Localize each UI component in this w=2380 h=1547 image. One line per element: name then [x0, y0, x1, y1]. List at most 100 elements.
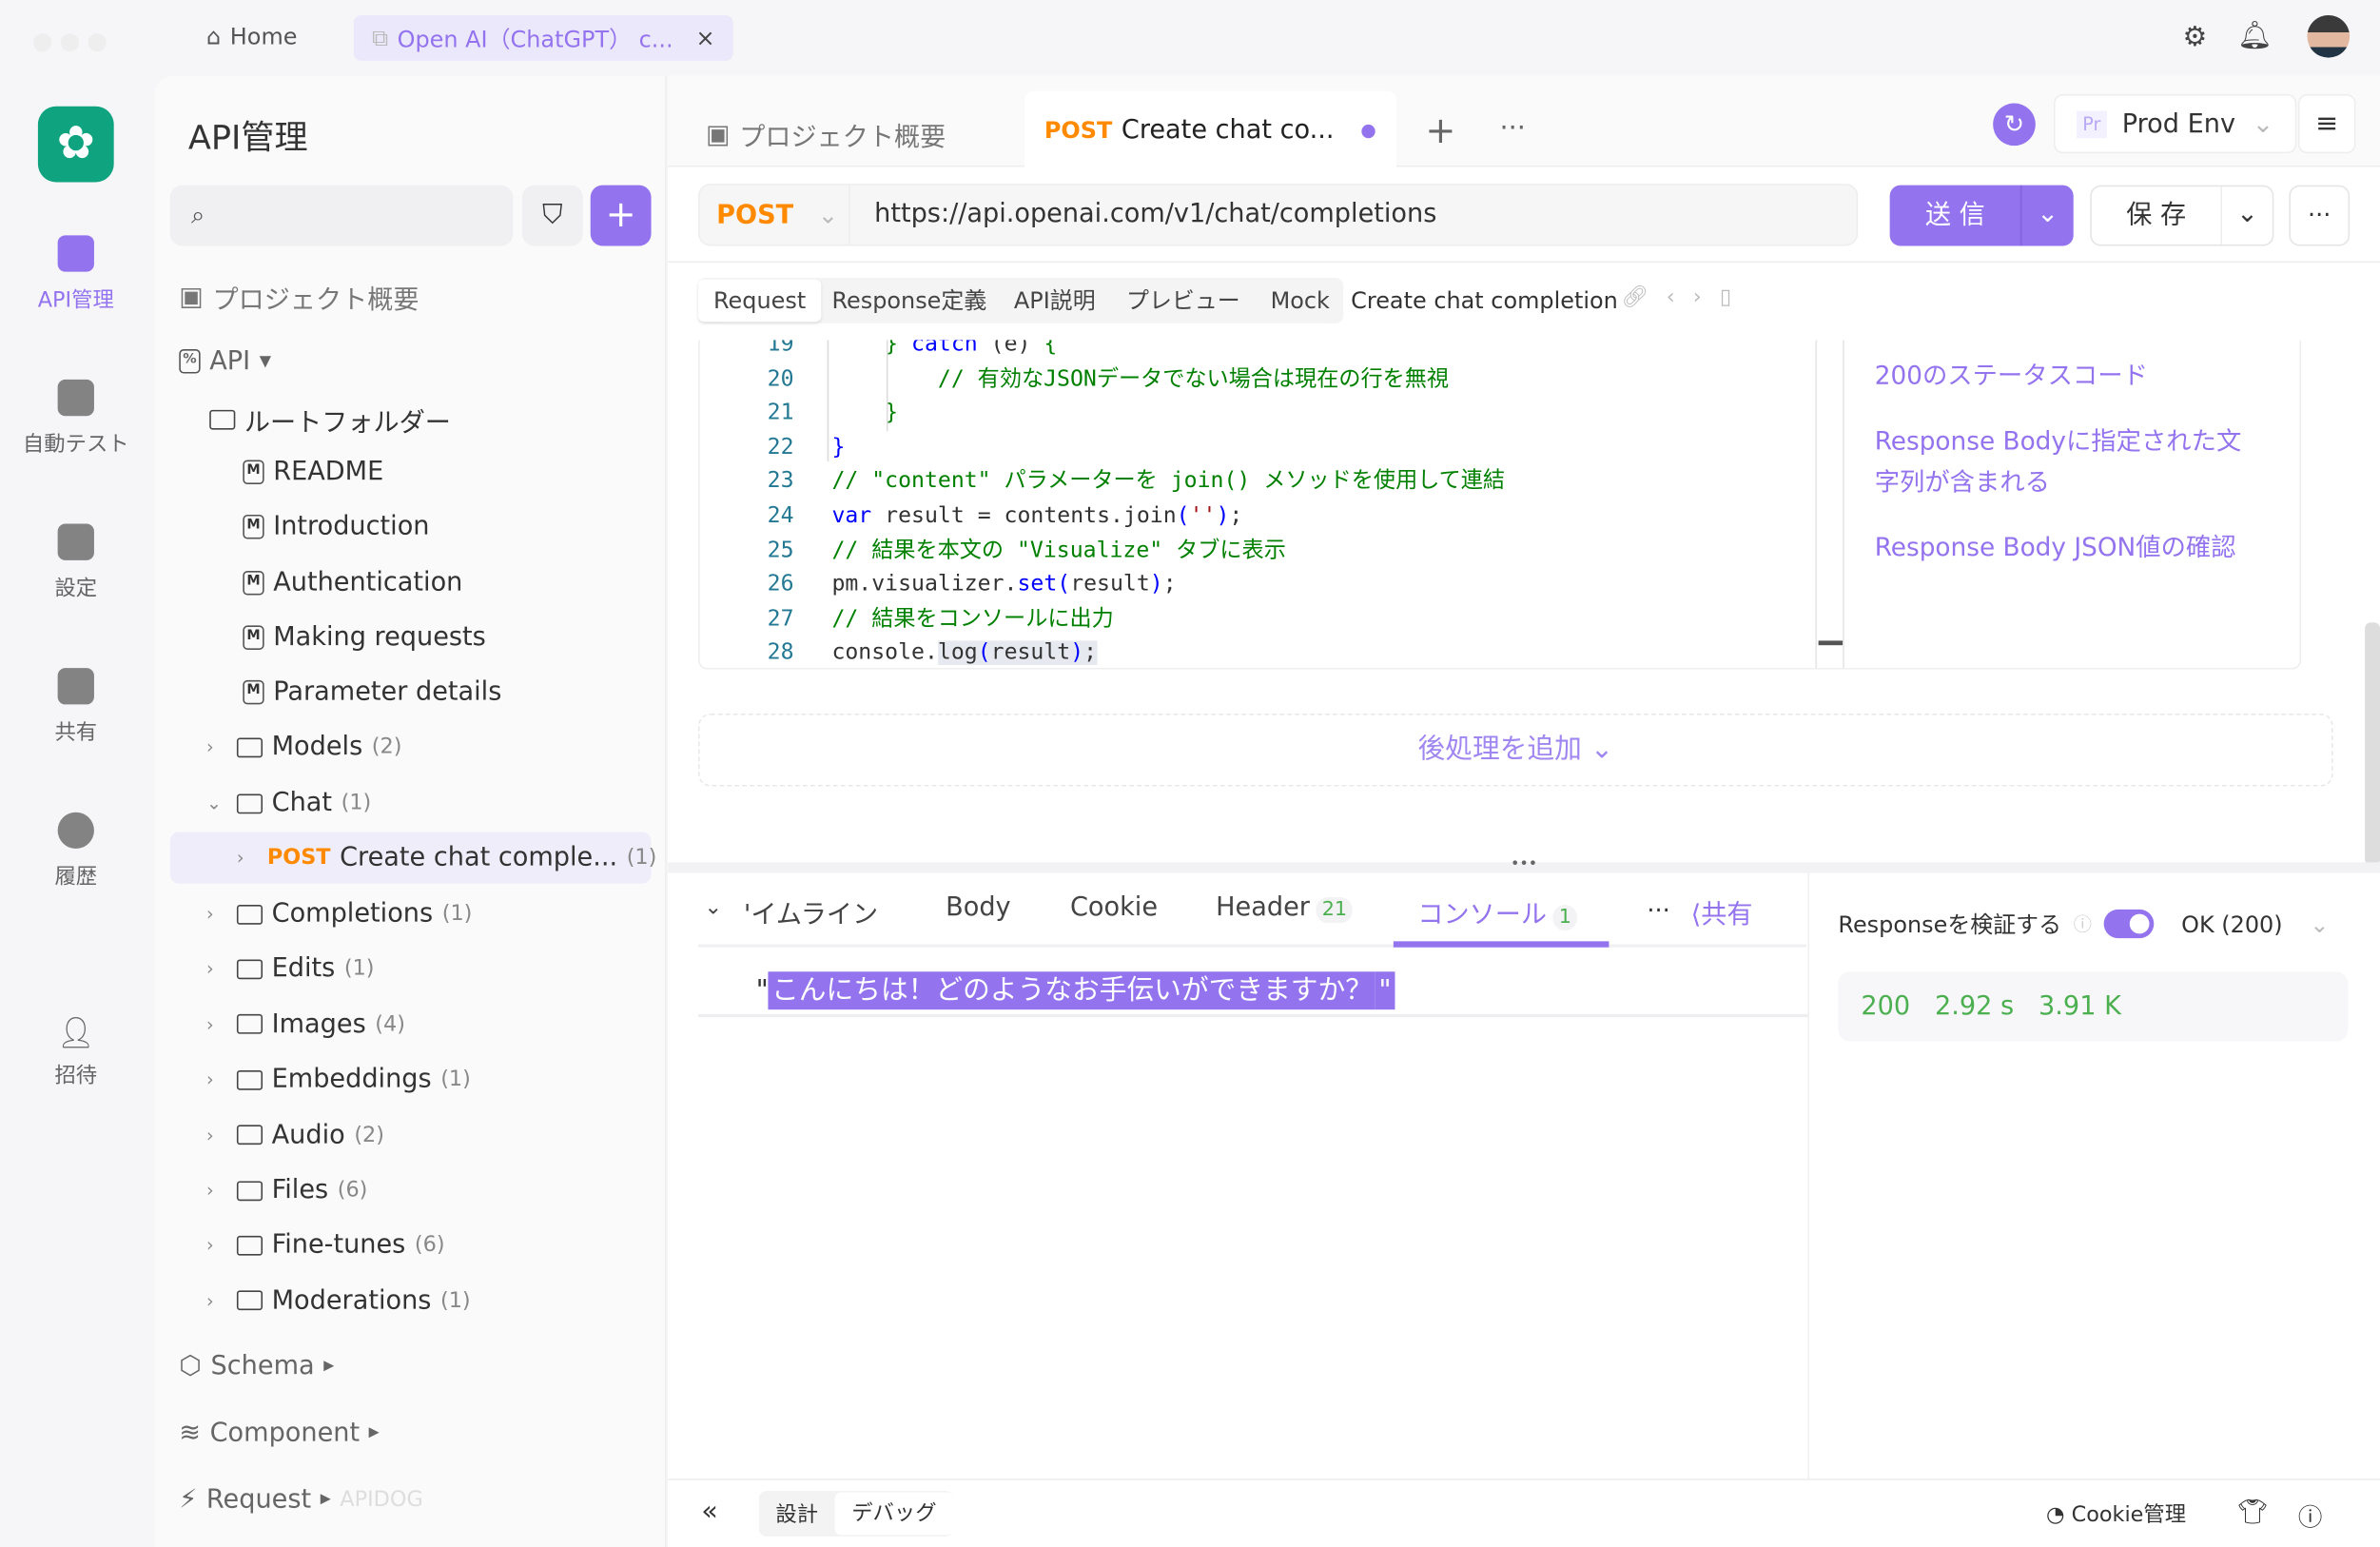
line-number: 22	[767, 435, 794, 460]
url-input[interactable]: https://api.openai.com/v1/chat/completio…	[874, 199, 1436, 229]
subtab-3[interactable]: プレビュー	[1126, 280, 1240, 323]
project-tab[interactable]: ⧉ Open AI（ChatGPT） c... ×	[353, 14, 733, 61]
close-icon[interactable]: ×	[696, 25, 715, 52]
help-icon[interactable]: ⓘ	[2298, 1497, 2323, 1533]
filter-button[interactable]: ⛉	[521, 185, 583, 246]
subtab-1[interactable]: Response定義	[831, 280, 986, 323]
cookie-manager[interactable]: ◔ Cookie管理	[2046, 1498, 2186, 1529]
doc-readme[interactable]: M README	[243, 457, 383, 487]
subtab-4[interactable]: Mock	[1271, 280, 1330, 323]
more-tabs-button[interactable]: ···	[1500, 112, 1526, 145]
folder-item[interactable]: › Embeddings (1)	[206, 1065, 471, 1095]
bell-icon[interactable]: 🔔︎	[2237, 20, 2272, 52]
label: Files	[271, 1175, 329, 1205]
sidebar-overview[interactable]: ▣ プロジェクト概要	[179, 278, 419, 316]
window-controls[interactable]	[33, 29, 115, 57]
rail-item-invite[interactable]: 👤︎ 招待	[0, 1014, 152, 1090]
subtab-2[interactable]: API説明	[1014, 280, 1096, 323]
more-button[interactable]: ···	[2289, 185, 2351, 246]
markdown-icon: M	[243, 625, 264, 650]
menu-icon[interactable]: ≡	[2297, 93, 2356, 154]
code-text: // 結果を本文の "Visualize" タブに表示	[831, 538, 1286, 563]
chevron-down-icon[interactable]: ⌄	[2310, 911, 2329, 938]
env-badge: Pr	[2076, 109, 2107, 138]
chevron-down-icon[interactable]: ⌄	[2021, 186, 2073, 246]
send-button[interactable]: 送 信 ⌄	[1889, 185, 2074, 246]
sidebar-component[interactable]: ≋ Component ▶	[179, 1418, 379, 1448]
folder-item[interactable]: › Audio (2)	[206, 1120, 384, 1150]
chevron-right-icon: ›	[206, 1234, 214, 1257]
endpoint-create-chat[interactable]: › POST Create chat comple... (1)	[237, 843, 656, 873]
link-code-panel-icons[interactable]: 🔗︎‹›▯	[1621, 285, 1749, 310]
layout-icon: ▣	[179, 282, 204, 312]
response-tab-1[interactable]: Body	[946, 892, 1010, 923]
status-select[interactable]: OK (200)	[2181, 911, 2283, 938]
collapse-sidebar-icon[interactable]: «	[701, 1496, 718, 1528]
search-input[interactable]: ⌕	[169, 185, 514, 246]
scrollbar[interactable]	[2365, 622, 2380, 866]
resize-handle[interactable]: •••	[668, 857, 2380, 873]
snippet-status-200[interactable]: 200のステータスコード	[1875, 355, 2254, 396]
validate-toggle[interactable]	[2103, 909, 2155, 939]
response-tab-0[interactable]: 'イムライン	[744, 892, 878, 930]
snippet-body-contains[interactable]: Response Bodyに指定された文字列が含まれる	[1875, 421, 2254, 502]
add-button[interactable]: +	[590, 185, 652, 246]
sidebar-request[interactable]: ⚡ Request ▶ APIDOG	[179, 1485, 422, 1516]
doc-authentication[interactable]: M Authentication	[243, 568, 462, 598]
code-line: 24 var result = contents.join('');	[733, 499, 1796, 534]
sync-icon[interactable]: ↻	[1993, 103, 2036, 147]
folder-chat[interactable]: ⌄ Chat (1)	[206, 788, 371, 818]
folder-item[interactable]: › Fine-tunes (6)	[206, 1230, 445, 1261]
snippet-json-value[interactable]: Response Body JSON値の確認	[1875, 527, 2254, 568]
shirt-icon[interactable]: 👕︎	[2237, 1497, 2268, 1525]
label: Create chat co...	[1121, 115, 1335, 147]
label: Header	[1216, 892, 1310, 924]
folder-icon	[236, 1125, 263, 1146]
folder-models[interactable]: › Models (2)	[206, 732, 401, 762]
subtab-0[interactable]: Request	[698, 279, 822, 323]
folder-item[interactable]: › Images (4)	[206, 1009, 405, 1040]
root-folder[interactable]: ルートフォルダー	[209, 401, 451, 439]
add-post-processor-button[interactable]: 後処理を追加 ⌄	[698, 713, 2333, 787]
share-button[interactable]: ⟨共有	[1691, 892, 1753, 930]
share-icon	[57, 668, 94, 705]
sidebar-schema[interactable]: ⬡ Schema ▶	[179, 1351, 334, 1381]
chevron-down-icon[interactable]: ⌄	[2222, 186, 2273, 245]
new-tab-button[interactable]: +	[1425, 109, 1455, 152]
response-tab-4[interactable]: コンソール 1	[1417, 892, 1578, 931]
sidebar-title: API管理	[187, 120, 308, 158]
code-text: pm.visualizer.set(result);	[831, 572, 1177, 597]
method-select[interactable]: POST ⌄	[698, 184, 850, 246]
doc-parameter-details[interactable]: M Parameter details	[243, 677, 501, 708]
collapse-icon[interactable]: ⌄	[704, 895, 722, 920]
sidebar-api[interactable]: % API ▼	[179, 346, 271, 377]
rail-item-history[interactable]: 履歴	[0, 812, 152, 891]
folder-item[interactable]: › Completions (1)	[206, 899, 472, 930]
doc-introduction[interactable]: M Introduction	[243, 512, 430, 542]
divider	[668, 261, 2380, 264]
folder-item[interactable]: › Files (6)	[206, 1175, 367, 1205]
save-button[interactable]: 保 存 ⌄	[2090, 185, 2274, 246]
folder-item[interactable]: › Moderations (1)	[206, 1285, 471, 1316]
scrollbar[interactable]	[1818, 640, 1844, 646]
rail-item-autotest[interactable]: 自動テスト	[0, 379, 152, 459]
settings-icon[interactable]: ⚙	[2183, 21, 2208, 53]
tab-overview[interactable]: ▣ プロジェクト概要	[706, 115, 946, 153]
debug-mode[interactable]: デバッグ	[834, 1492, 954, 1536]
env-select[interactable]: Pr Prod Env ⌄	[2053, 93, 2297, 154]
rail-label: API管理	[37, 288, 114, 313]
rail-label: 自動テスト	[22, 432, 129, 458]
home-tab[interactable]: ⌂ Home	[206, 23, 297, 50]
folder-item[interactable]: › Edits (1)	[206, 954, 375, 985]
tab-underline-track	[698, 944, 1806, 948]
design-mode[interactable]: 設計	[759, 1498, 835, 1529]
rail-item-api[interactable]: API管理	[0, 235, 152, 314]
rail-item-share[interactable]: 共有	[0, 668, 152, 747]
more-icon[interactable]: ···	[1647, 895, 1669, 924]
response-tab-2[interactable]: Cookie	[1070, 892, 1158, 923]
rail-item-settings[interactable]: 設定	[0, 523, 152, 603]
response-tab-3[interactable]: Header 21	[1216, 892, 1354, 924]
doc-making-requests[interactable]: M Making requests	[243, 622, 486, 653]
avatar[interactable]	[2307, 14, 2351, 58]
code-line: 23 // "content" パラメーターを join() メソッドを使用して連…	[733, 465, 1796, 499]
